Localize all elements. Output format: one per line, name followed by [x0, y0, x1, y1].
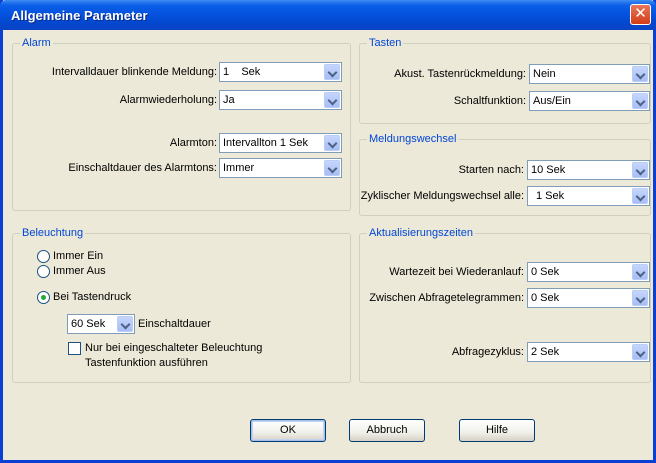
chevron-down-icon[interactable] [632, 344, 648, 360]
cancel-button[interactable]: Abbruch [349, 419, 425, 442]
chevron-down-icon[interactable] [632, 290, 648, 306]
only-when-lit-checkbox[interactable] [68, 342, 81, 355]
switch-function-label: Schaltfunktion: [453, 95, 526, 107]
chevron-down-icon[interactable] [324, 160, 340, 176]
switch-function-dropdown[interactable]: Aus/Ein [529, 91, 650, 111]
radio-on-keypress-label[interactable]: Bei Tastendruck [53, 291, 131, 303]
switch-function-value: Aus/Ein [533, 95, 571, 107]
radio-always-off-label[interactable]: Immer Aus [53, 265, 106, 277]
chevron-down-icon[interactable] [632, 162, 648, 178]
tone-duration-label: Einschaltdauer des Alarmtons: [68, 162, 217, 174]
aktualisierung-legend: Aktualisierungszeiten [367, 227, 475, 239]
cycle-change-value: 1 Sek [536, 190, 565, 202]
chevron-down-icon[interactable] [324, 92, 340, 108]
tone-value: Intervallton 1 Sek [223, 137, 308, 149]
chevron-down-icon[interactable] [632, 264, 648, 280]
tone-duration-value: Immer [223, 162, 255, 174]
between-telegrams-label: Zwischen Abfragetelegrammen: [369, 292, 524, 304]
light-duration-label: Einschaltdauer [138, 318, 211, 330]
tasten-legend: Tasten [367, 37, 404, 49]
start-after-dropdown[interactable]: 10 Sek [527, 160, 650, 180]
tone-dropdown[interactable]: Intervallton 1 Sek [219, 133, 342, 153]
tone-duration-dropdown[interactable]: Immer [219, 158, 342, 178]
close-button[interactable]: ✕ [630, 4, 651, 25]
restart-wait-dropdown[interactable]: 0 Sek [527, 262, 650, 282]
start-after-label: Starten nach: [458, 164, 524, 176]
key-feedback-value: Nein [533, 68, 556, 80]
beleuchtung-legend: Beleuchtung [20, 227, 86, 239]
repeat-label: Alarmwiederholung: [119, 94, 217, 106]
chevron-down-icon[interactable] [117, 316, 133, 332]
chevron-down-icon[interactable] [324, 64, 340, 80]
interval-value: 1 Sek [223, 66, 261, 78]
interval-dropdown[interactable]: 1 Sek [219, 62, 342, 82]
light-duration-value: 60 Sek [71, 318, 106, 330]
tone-label: Alarmton: [169, 137, 217, 149]
interval-label: Intervalldauer blinkende Meldung: [51, 66, 217, 78]
close-icon: ✕ [634, 5, 647, 22]
alarm-legend: Alarm [20, 37, 53, 49]
cycle-change-label: Zyklischer Meldungswechsel alle: [360, 190, 524, 202]
between-telegrams-value: 0 Sek [531, 292, 560, 304]
cycle-change-dropdown[interactable]: 1 Sek [527, 186, 650, 206]
only-when-lit-label-line1[interactable]: Nur bei eingeschalteter Beleuchtung [85, 342, 262, 354]
dialog-window: Allgemeine Parameter ✕ Alarm Intervallda… [0, 0, 656, 463]
radio-always-on-label[interactable]: Immer Ein [53, 250, 103, 262]
start-after-value: 10 Sek [531, 164, 566, 176]
radio-always-off[interactable] [37, 265, 50, 278]
repeat-dropdown[interactable]: Ja [219, 90, 342, 110]
radio-always-on[interactable] [37, 250, 50, 263]
meldungswechsel-legend: Meldungswechsel [367, 133, 459, 145]
poll-cycle-value: 2 Sek [531, 346, 560, 358]
poll-cycle-dropdown[interactable]: 2 Sek [527, 342, 650, 362]
poll-cycle-label: Abfragezyklus: [451, 346, 524, 358]
radio-on-keypress[interactable] [37, 291, 50, 304]
chevron-down-icon[interactable] [632, 66, 648, 82]
title-bar[interactable]: Allgemeine Parameter ✕ [0, 0, 656, 30]
between-telegrams-dropdown[interactable]: 0 Sek [527, 288, 650, 308]
chevron-down-icon[interactable] [632, 188, 648, 204]
repeat-value: Ja [223, 94, 235, 106]
only-when-lit-label-line2[interactable]: Tastenfunktion ausführen [85, 357, 208, 369]
ok-button[interactable]: OK [250, 419, 326, 442]
chevron-down-icon[interactable] [324, 135, 340, 151]
key-feedback-label: Akust. Tastenrückmeldung: [394, 68, 526, 80]
chevron-down-icon[interactable] [632, 93, 648, 109]
restart-wait-label: Wartezeit bei Wiederanlauf: [389, 266, 524, 278]
help-button[interactable]: Hilfe [459, 419, 535, 442]
key-feedback-dropdown[interactable]: Nein [529, 64, 650, 84]
light-duration-dropdown[interactable]: 60 Sek [67, 314, 135, 334]
window-title: Allgemeine Parameter [11, 8, 148, 23]
restart-wait-value: 0 Sek [531, 266, 560, 278]
